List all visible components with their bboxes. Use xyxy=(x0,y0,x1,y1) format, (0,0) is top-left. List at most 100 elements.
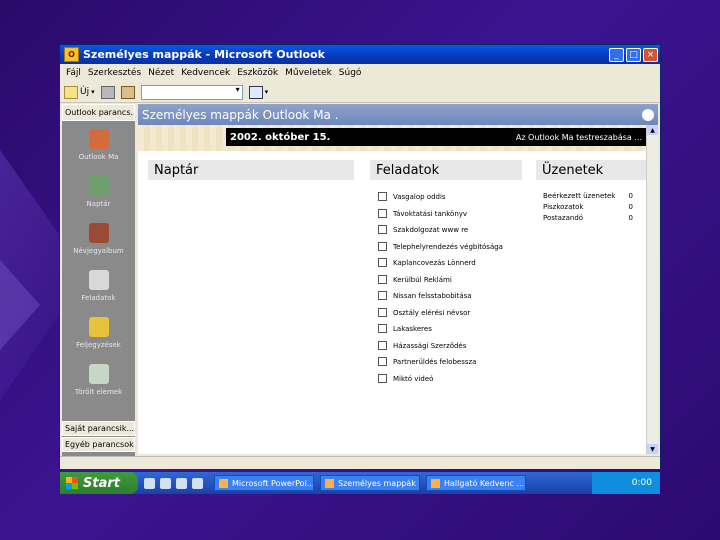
task-label: Távoktatási tankönyv xyxy=(393,209,468,218)
title-bar[interactable]: O Személyes mappák - Microsoft Outlook _… xyxy=(60,45,660,64)
task-item[interactable]: Partnerüldés felobessza xyxy=(378,357,476,366)
task-checkbox[interactable] xyxy=(378,374,387,383)
task-item[interactable]: Lakaskeres xyxy=(378,324,432,333)
message-folder-outbox[interactable]: Postazandó 0 xyxy=(543,214,633,222)
task-checkbox[interactable] xyxy=(378,291,387,300)
message-folder-label: Postazandó xyxy=(543,214,584,222)
start-label: Start xyxy=(83,475,120,491)
chevron-down-icon: ▾ xyxy=(91,88,95,96)
vertical-scrollbar[interactable]: ▲ ▼ xyxy=(646,125,658,454)
folder-banner: Személyes mappák Outlook Ma . xyxy=(138,104,658,125)
menu-help[interactable]: Súgó xyxy=(339,68,362,78)
task-label: Vasgalop oddis xyxy=(393,192,446,201)
task-item[interactable]: Miktó videó xyxy=(378,374,433,383)
task-label: Osztály elérési névsor xyxy=(393,308,471,317)
shortcut-notes[interactable]: Feljegyzések xyxy=(62,309,135,356)
shortcut-outlook-today[interactable]: Outlook Ma xyxy=(62,121,135,168)
shortcut-contacts[interactable]: Névjegyalbum xyxy=(62,215,135,262)
task-checkbox[interactable] xyxy=(378,308,387,317)
message-folder-drafts[interactable]: Piszkozatok 0 xyxy=(543,203,633,211)
folder-banner-icon xyxy=(642,108,654,121)
window-icon xyxy=(431,478,440,488)
find-contact-button[interactable]: ▾ xyxy=(248,85,269,99)
messages-heading[interactable]: Üzenetek xyxy=(536,160,646,180)
new-item-icon xyxy=(64,85,78,99)
task-checkbox[interactable] xyxy=(378,242,387,251)
task-checkbox[interactable] xyxy=(378,225,387,234)
shortcut-label: Naptár xyxy=(86,199,111,208)
internet-explorer-icon[interactable] xyxy=(144,477,155,489)
taskbar-button-favorites[interactable]: Hallgató Kedvenc ... xyxy=(426,475,526,491)
task-item[interactable]: Telephelyrendezés végbitósága xyxy=(378,242,503,251)
maximize-button[interactable]: □ xyxy=(626,47,641,62)
task-item[interactable]: Vasgalop oddis xyxy=(378,192,446,201)
task-label: Kerülbúl Reklámi xyxy=(393,275,452,284)
task-label: Partnerüldés felobessza xyxy=(393,357,477,366)
taskbar-button-outlook[interactable]: Személyes mappák ... xyxy=(320,475,420,491)
menu-file[interactable]: Fájl xyxy=(66,68,81,78)
task-checkbox[interactable] xyxy=(378,341,387,350)
task-checkbox[interactable] xyxy=(378,324,387,333)
windows-taskbar: Start Microsoft PowerPoi... Személyes ma… xyxy=(60,472,660,494)
customize-link[interactable]: Az Outlook Ma testreszabása ... xyxy=(516,133,642,142)
shortcut-calendar[interactable]: Naptár xyxy=(62,168,135,215)
task-checkbox[interactable] xyxy=(378,209,387,218)
calendar-icon xyxy=(88,175,109,196)
task-label: Nissan felsstabobitása xyxy=(393,291,472,300)
print-button[interactable] xyxy=(100,85,115,99)
address-combo[interactable] xyxy=(140,84,243,100)
task-item[interactable]: Osztály elérési névsor xyxy=(378,308,470,317)
address-book-button[interactable] xyxy=(120,85,135,99)
outlook-bar: Outlook parancs... Outlook Ma Naptár Név… xyxy=(62,104,135,464)
task-item[interactable]: Nissan felsstabobitása xyxy=(378,291,472,300)
new-button[interactable]: Új ▾ xyxy=(64,85,95,99)
outlook-express-icon[interactable] xyxy=(160,477,171,489)
task-checkbox[interactable] xyxy=(378,258,387,267)
other-shortcuts-group[interactable]: Egyéb parancsok... xyxy=(62,437,135,452)
message-folder-inbox[interactable]: Beérkezett üzenetek 0 xyxy=(543,192,633,200)
system-tray: 0:00 xyxy=(592,472,660,494)
close-button[interactable]: × xyxy=(643,47,658,62)
task-checkbox[interactable] xyxy=(378,192,387,201)
chevron-down-icon: ▾ xyxy=(264,88,269,96)
task-item[interactable]: Szakdolgozat www re xyxy=(378,225,468,234)
shortcut-label: Törölt elemek xyxy=(74,387,123,396)
menu-edit[interactable]: Szerkesztés xyxy=(88,68,141,78)
address-book-icon xyxy=(120,85,135,99)
start-button[interactable]: Start xyxy=(60,472,138,494)
clock[interactable]: 0:00 xyxy=(632,478,652,488)
media-player-icon[interactable] xyxy=(192,477,203,489)
task-label: Lakaskeres xyxy=(393,324,432,333)
shortcut-label: Outlook Ma xyxy=(78,152,119,161)
task-label: Miktó videó xyxy=(393,374,434,383)
outlook-shortcuts-header[interactable]: Outlook parancs... xyxy=(62,104,135,121)
taskbar-button-label: Személyes mappák ... xyxy=(338,478,420,488)
task-checkbox[interactable] xyxy=(378,357,387,366)
shortcut-deleted-items[interactable]: Törölt elemek xyxy=(62,356,135,403)
taskbar-button-powerpoint[interactable]: Microsoft PowerPoi... xyxy=(214,475,314,491)
scroll-up-arrow-icon[interactable]: ▲ xyxy=(647,125,658,135)
task-checkbox[interactable] xyxy=(378,275,387,284)
task-item[interactable]: Távoktatási tankönyv xyxy=(378,209,467,218)
menu-favorites[interactable]: Kedvencek xyxy=(181,68,230,78)
tasks-heading[interactable]: Feladatok xyxy=(370,160,522,180)
task-label: Szakdolgozat www re xyxy=(393,225,469,234)
menu-tools[interactable]: Eszközök xyxy=(237,68,278,78)
outlook-window: O Személyes mappák - Microsoft Outlook _… xyxy=(60,45,660,469)
show-desktop-icon[interactable] xyxy=(176,477,187,489)
calendar-heading[interactable]: Naptár xyxy=(148,160,354,180)
folder-title: Személyes mappák Outlook Ma . xyxy=(142,107,339,122)
new-button-label: Új xyxy=(80,87,90,97)
deleted-items-icon xyxy=(88,363,109,384)
shortcut-tasks[interactable]: Feladatok xyxy=(62,262,135,309)
today-date: 2002. október 15. xyxy=(230,131,331,143)
task-item[interactable]: Házassági Szerződés xyxy=(378,341,466,350)
scroll-down-arrow-icon[interactable]: ▼ xyxy=(647,444,658,454)
outlook-icon xyxy=(325,478,334,488)
minimize-button[interactable]: _ xyxy=(609,47,624,62)
menu-actions[interactable]: Műveletek xyxy=(285,68,332,78)
menu-view[interactable]: Nézet xyxy=(148,68,174,78)
task-item[interactable]: Kerülbúl Reklámi xyxy=(378,275,452,284)
my-shortcuts-group[interactable]: Saját parancsik... xyxy=(62,421,135,436)
task-item[interactable]: Kaplancovezás Lönnerd xyxy=(378,258,476,267)
